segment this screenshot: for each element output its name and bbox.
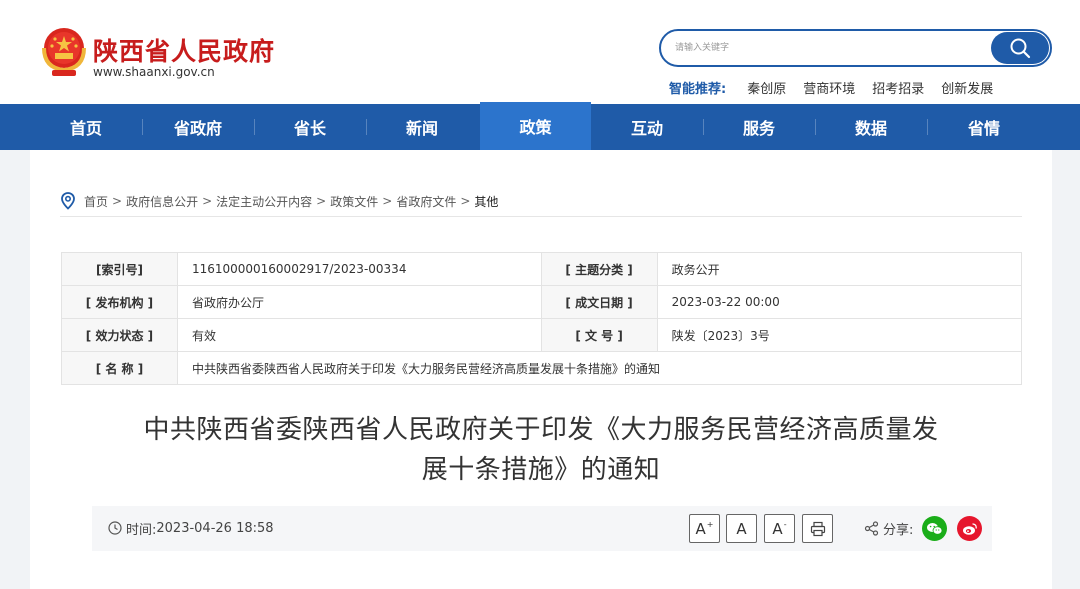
weibo-icon [962, 522, 977, 535]
docno-label: [ 文 号 ] [540, 318, 658, 352]
smart-recommend: 智能推荐: 秦创原 营商环境 招考招录 创新发展 [669, 78, 1010, 97]
article-title-line2: 展十条措施》的通知 [421, 455, 661, 485]
breadcrumb-separator: > [202, 194, 213, 208]
index-value: 116100000160002917/2023-00334 [176, 252, 542, 286]
search-box [659, 29, 1052, 67]
article-title: 中共陕西省委陕西省人民政府关于印发《大力服务民营经济高质量发 展十条措施》的通知 [120, 410, 962, 490]
breadcrumb-divider [60, 216, 1022, 217]
nav-separator [254, 119, 255, 135]
status-label: [ 效力状态 ] [61, 318, 178, 352]
date-value: 2023-03-22 00:00 [656, 285, 1023, 319]
name-label: [ 名 称 ] [61, 351, 178, 385]
topic-label: [ 主题分类 ] [540, 252, 658, 286]
issuer-label: [ 发布机构 ] [61, 285, 178, 319]
search-icon [1010, 38, 1031, 59]
article-toolbar: 时间: 2023-04-26 18:58 A + A A- 分享: [92, 506, 992, 551]
table-row: [ 发布机构 ] 省政府办公厅 [ 成文日期 ] 2023-03-22 00:0… [61, 285, 1023, 319]
breadcrumb-current: 其他 [474, 194, 499, 209]
site-url: www.shaanxi.gov.cn [93, 65, 215, 79]
national-emblem-icon[interactable] [38, 24, 90, 78]
nav-item-services[interactable]: 服务 [705, 104, 813, 150]
nav-item-home[interactable]: 首页 [32, 104, 140, 150]
table-row: [ 效力状态 ] 有效 [ 文 号 ] 陕发〔2023〕3号 [61, 318, 1023, 352]
breadcrumb-policy-docs[interactable]: 政策文件 [330, 193, 378, 210]
date-label: [ 成文日期 ] [540, 285, 658, 319]
printer-icon [810, 521, 825, 536]
issuer-value: 省政府办公厅 [176, 285, 542, 319]
wechat-share-button[interactable] [922, 516, 947, 541]
name-value: 中共陕西省委陕西省人民政府关于印发《大力服务民营经济高质量发展十条措施》的通知 [176, 351, 1023, 385]
nav-item-provincial-gov[interactable]: 省政府 [144, 104, 252, 150]
font-larger-letter: A [695, 519, 706, 538]
nav-item-news[interactable]: 新闻 [368, 104, 476, 150]
time-value: 2023-04-26 18:58 [156, 520, 274, 536]
breadcrumb-separator: > [382, 194, 393, 208]
nav-item-data[interactable]: 数据 [817, 104, 925, 150]
recommend-label: 智能推荐: [669, 81, 727, 97]
nav-item-governor[interactable]: 省长 [256, 104, 364, 150]
breadcrumb-separator: > [460, 194, 471, 208]
article-title-line1: 中共陕西省委陕西省人民政府关于印发《大力服务民营经济高质量发 [143, 415, 939, 445]
font-larger-button[interactable]: A + [689, 514, 720, 543]
breadcrumb-separator: > [316, 194, 327, 208]
topic-value: 政务公开 [656, 252, 1023, 286]
share-label: 分享: [883, 522, 914, 538]
document-info-table: [索引号] 116100000160002917/2023-00334 [ 主题… [61, 252, 1023, 385]
clock-icon [108, 521, 122, 535]
recommend-item-business-env[interactable]: 营商环境 [803, 78, 855, 97]
table-row: [ 名 称 ] 中共陕西省委陕西省人民政府关于印发《大力服务民营经济高质量发展十… [61, 351, 1023, 385]
share-section: 分享: [864, 519, 914, 538]
share-icon [864, 520, 879, 536]
time-label: 时间: [126, 522, 157, 538]
breadcrumb-gov-docs[interactable]: 省政府文件 [396, 193, 456, 210]
nav-separator [366, 119, 367, 135]
font-smaller-button[interactable]: A- [764, 514, 795, 543]
recommend-item-recruitment[interactable]: 招考招录 [872, 78, 924, 97]
font-normal-button[interactable]: A [726, 514, 757, 543]
nav-separator [927, 119, 928, 135]
table-row: [索引号] 116100000160002917/2023-00334 [ 主题… [61, 252, 1023, 286]
breadcrumb-statutory[interactable]: 法定主动公开内容 [216, 193, 312, 210]
nav-item-interaction[interactable]: 互动 [593, 104, 701, 150]
search-button[interactable] [991, 32, 1049, 64]
site-header: 陕西省人民政府 www.shaanxi.gov.cn 智能推荐: 秦创原 营商环… [0, 0, 1080, 104]
weibo-share-button[interactable] [957, 516, 982, 541]
breadcrumb-gov-info[interactable]: 政府信息公开 [126, 193, 198, 210]
wechat-icon [927, 522, 943, 535]
content-area: 首页 > 政府信息公开 > 法定主动公开内容 > 政策文件 > 省政府文件 > … [30, 150, 1052, 589]
nav-item-policy[interactable]: 政策 [480, 102, 591, 150]
docno-value: 陕发〔2023〕3号 [656, 318, 1023, 352]
index-label: [索引号] [61, 252, 178, 286]
font-smaller-letter: A [772, 519, 783, 538]
recommend-item-innovation[interactable]: 创新发展 [941, 78, 993, 97]
main-nav: 首页 省政府 省长 新闻 政策 互动 服务 数据 省情 [0, 102, 1080, 150]
nav-separator [815, 119, 816, 135]
status-value: 有效 [176, 318, 542, 352]
minus-icon: - [783, 520, 787, 529]
breadcrumb-separator: > [112, 194, 123, 208]
print-button[interactable] [802, 514, 833, 543]
plus-icon: + [706, 520, 714, 529]
recommend-item-qinchuangyuan[interactable]: 秦创原 [747, 78, 786, 97]
publish-time: 时间: 2023-04-26 18:58 [108, 519, 274, 538]
nav-separator [142, 119, 143, 135]
nav-item-province-info[interactable]: 省情 [930, 104, 1038, 150]
font-normal-letter: A [736, 519, 747, 538]
breadcrumb-home[interactable]: 首页 [84, 193, 108, 210]
breadcrumb: 首页 > 政府信息公开 > 法定主动公开内容 > 政策文件 > 省政府文件 > … [60, 192, 498, 210]
search-input[interactable] [675, 39, 975, 57]
nav-separator [703, 119, 704, 135]
location-pin-icon [61, 192, 75, 210]
site-name[interactable]: 陕西省人民政府 [93, 32, 275, 68]
